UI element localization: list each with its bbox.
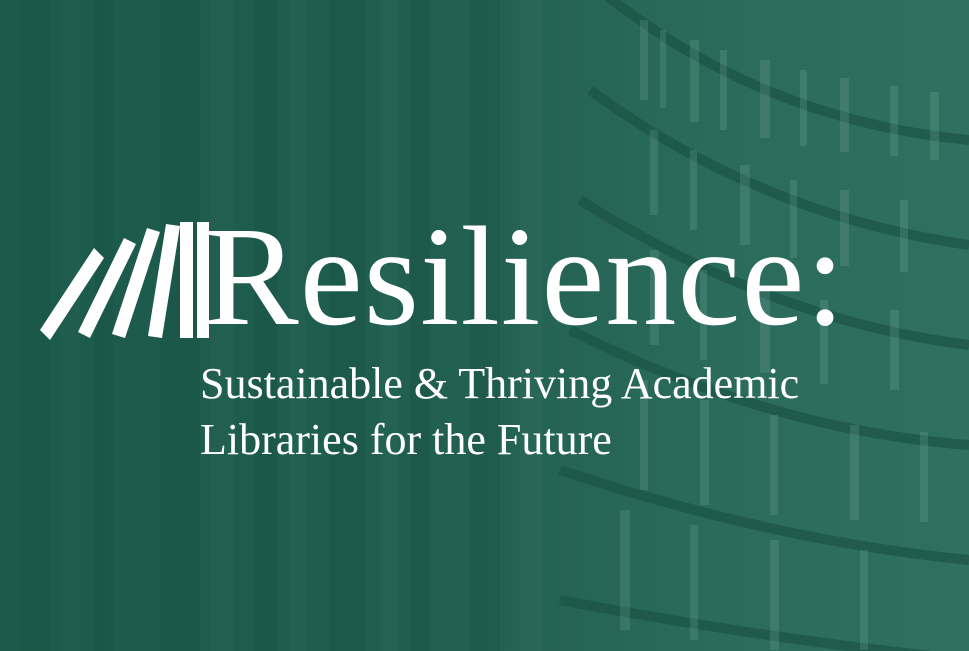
- event-banner: Resilience: Sustainable & Thriving Acade…: [0, 0, 969, 651]
- event-subtitle: Sustainable & Thriving Academic Librarie…: [200, 356, 799, 468]
- event-title: Resilience:: [204, 197, 846, 355]
- subtitle-line-2: Libraries for the Future: [200, 415, 612, 464]
- leaning-books-icon: [40, 222, 209, 340]
- subtitle-line-1: Sustainable & Thriving Academic: [200, 359, 800, 408]
